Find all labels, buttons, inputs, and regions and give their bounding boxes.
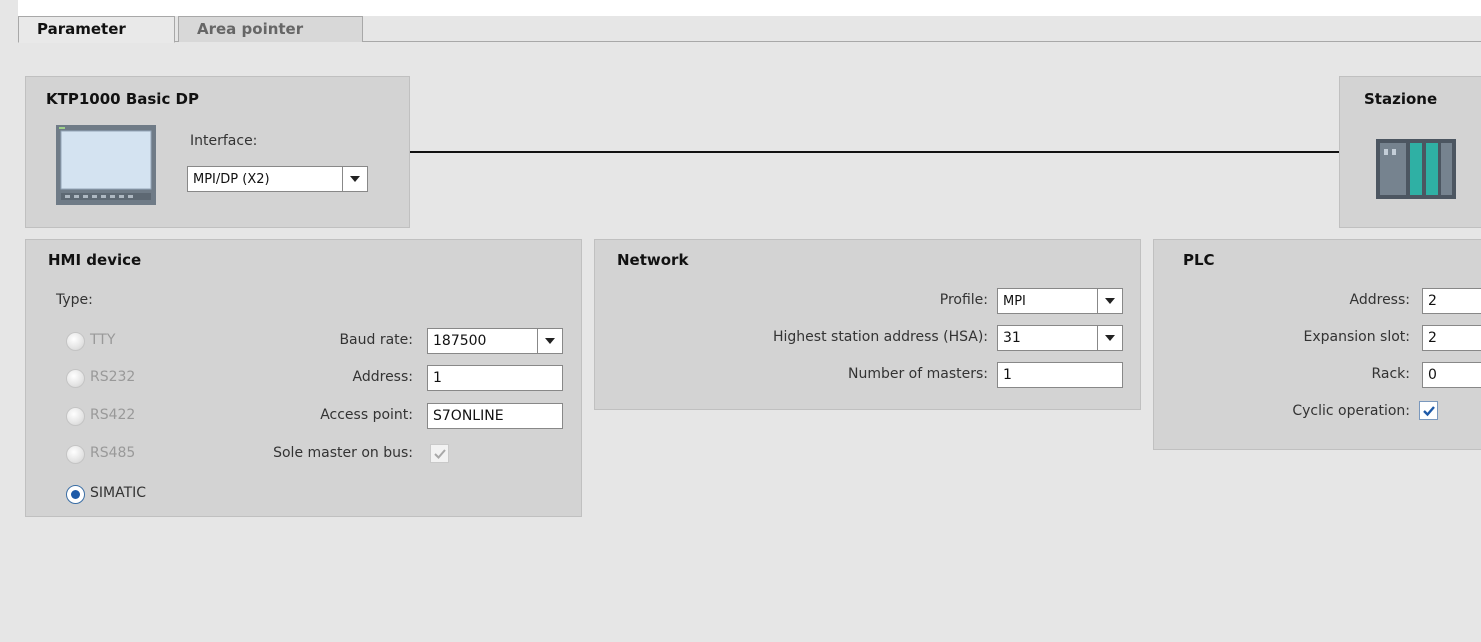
connection-line (410, 151, 1340, 153)
profile-value: MPI (1003, 294, 1026, 309)
radio-simatic-label: SIMATIC (90, 485, 147, 501)
hsa-select[interactable]: 31 (997, 325, 1123, 351)
plc-address-input[interactable]: 2 (1422, 288, 1481, 314)
chevron-down-icon[interactable] (1097, 326, 1122, 350)
baud-rate-value: 187500 (433, 333, 487, 349)
profile-label: Profile: (939, 292, 988, 308)
hmi-device-panel: HMI device Type: TTY RS232 RS422 RS485 S… (25, 239, 582, 517)
radio-rs422-label: RS422 (90, 407, 136, 423)
type-label: Type: (56, 292, 93, 308)
hsa-label: Highest station address (HSA): (773, 329, 988, 345)
tab-bar-background (18, 0, 1481, 16)
masters-label: Number of masters: (847, 366, 988, 382)
rack-input[interactable]: 0 (1422, 362, 1481, 388)
sole-master-label: Sole master on bus: (273, 445, 413, 461)
radio-tty[interactable] (66, 332, 85, 351)
plc-title: PLC (1183, 251, 1215, 269)
interface-value: MPI/DP (X2) (193, 172, 270, 187)
checkmark-icon (1423, 406, 1435, 417)
masters-input[interactable]: 1 (997, 362, 1123, 388)
network-title: Network (617, 251, 689, 269)
plc-panel: PLC Address: 2 Expansion slot: 2 Rack: 0… (1153, 239, 1481, 450)
cyclic-operation-checkbox[interactable] (1419, 401, 1438, 420)
radio-rs485-label: RS485 (90, 445, 136, 461)
station-title: Stazione (1364, 90, 1438, 108)
baud-rate-label: Baud rate: (339, 332, 413, 348)
access-point-label: Access point: (320, 407, 413, 423)
baud-rate-select[interactable]: 187500 (427, 328, 563, 354)
radio-rs422[interactable] (66, 407, 85, 426)
sole-master-checkbox[interactable] (430, 444, 449, 463)
device-panel: KTP1000 Basic DP Interface: MPI/DP (X2) (25, 76, 410, 228)
tab-area-pointer[interactable]: Area pointer (178, 16, 363, 42)
plc-address-label: Address: (1349, 292, 1410, 308)
cyclic-operation-label: Cyclic operation: (1292, 403, 1410, 419)
access-point-input[interactable]: S7ONLINE (427, 403, 563, 429)
radio-rs485[interactable] (66, 445, 85, 464)
rack-label: Rack: (1371, 366, 1410, 382)
tab-bar: Parameter Area pointer (0, 0, 1481, 43)
radio-simatic[interactable] (66, 485, 85, 504)
network-panel: Network Profile: MPI Highest station add… (594, 239, 1141, 410)
hmi-address-input[interactable]: 1 (427, 365, 563, 391)
device-title: KTP1000 Basic DP (46, 90, 200, 108)
interface-label: Interface: (190, 133, 258, 149)
hmi-panel-icon (56, 125, 156, 205)
hmi-address-label: Address: (352, 369, 413, 385)
hmi-device-title: HMI device (48, 251, 142, 269)
chevron-down-icon[interactable] (537, 329, 562, 353)
profile-select[interactable]: MPI (997, 288, 1123, 314)
plc-station-icon (1376, 139, 1456, 199)
checkmark-icon (434, 449, 446, 459)
interface-select[interactable]: MPI/DP (X2) (187, 166, 368, 192)
radio-tty-label: TTY (90, 332, 116, 348)
expansion-slot-input[interactable]: 2 (1422, 325, 1481, 351)
station-panel: Stazione (1339, 76, 1481, 228)
tab-parameter[interactable]: Parameter (18, 16, 175, 43)
chevron-down-icon[interactable] (342, 167, 367, 191)
chevron-down-icon[interactable] (1097, 289, 1122, 313)
hsa-value: 31 (1003, 330, 1021, 346)
expansion-slot-label: Expansion slot: (1303, 329, 1411, 345)
radio-rs232-label: RS232 (90, 369, 136, 385)
radio-rs232[interactable] (66, 369, 85, 388)
